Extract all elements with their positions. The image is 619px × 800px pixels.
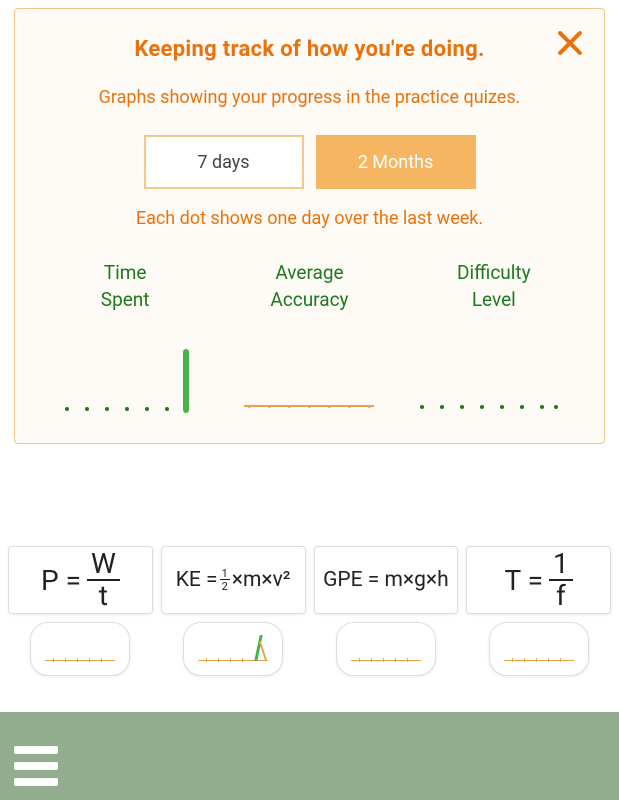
sparkline-accuracy [234,343,384,413]
metric-difficulty: Difficulty Level [419,260,569,313]
modal-title: Keeping track of how you're doing. [33,37,586,62]
metric-label-text: Time [104,261,147,284]
progress-modal: Keeping track of how you're doing. Graph… [14,8,605,444]
fraction: 1f [549,550,573,610]
formula-text: ×m×v² [232,568,291,592]
bottom-nav [0,712,619,800]
formula-text: KE = [176,568,218,592]
formula-text: T = [505,564,543,597]
card-gpe[interactable]: GPE = m×g×h [314,546,459,614]
tab-2-months[interactable]: 2 Months [316,135,476,189]
close-icon[interactable] [554,27,586,59]
metric-label-text: Level [472,288,516,311]
modal-caption: Each dot shows one day over the last wee… [33,205,586,232]
fraction: Wt [87,550,120,610]
mini-sparkline-row [8,622,611,676]
modal-subtitle: Graphs showing your progress in the prac… [33,84,586,111]
metric-label-text: Average [275,261,343,284]
mini-spark-gpe[interactable] [336,622,436,676]
fraction: 12 [220,568,230,592]
metric-accuracy: Average Accuracy [234,260,384,313]
range-tabs: 7 days 2 Months [33,135,586,189]
mini-spark-period[interactable] [489,622,589,676]
sparkline-difficulty [412,343,562,413]
metric-labels: Time Spent Average Accuracy Difficulty L… [33,260,586,313]
metric-label-text: Spent [101,288,150,311]
hamburger-menu-icon[interactable] [14,746,58,786]
tab-7-days[interactable]: 7 days [144,135,304,189]
formula-text: P = [41,564,81,597]
card-power[interactable]: P = Wt [8,546,153,614]
mini-spark-ke[interactable] [183,622,283,676]
metric-label-text: Difficulty [457,261,531,284]
sparklines [33,333,586,413]
sparkline-time-spent [57,343,207,413]
metric-time-spent: Time Spent [50,260,200,313]
mini-spark-power[interactable] [30,622,130,676]
formula-cards: P = Wt KE = 12 ×m×v² GPE = m×g×h T = 1f [8,546,611,614]
formula-text: GPE = m×g×h [323,568,449,592]
metric-label-text: Accuracy [270,288,348,311]
card-kinetic-energy[interactable]: KE = 12 ×m×v² [161,546,306,614]
card-period[interactable]: T = 1f [466,546,611,614]
